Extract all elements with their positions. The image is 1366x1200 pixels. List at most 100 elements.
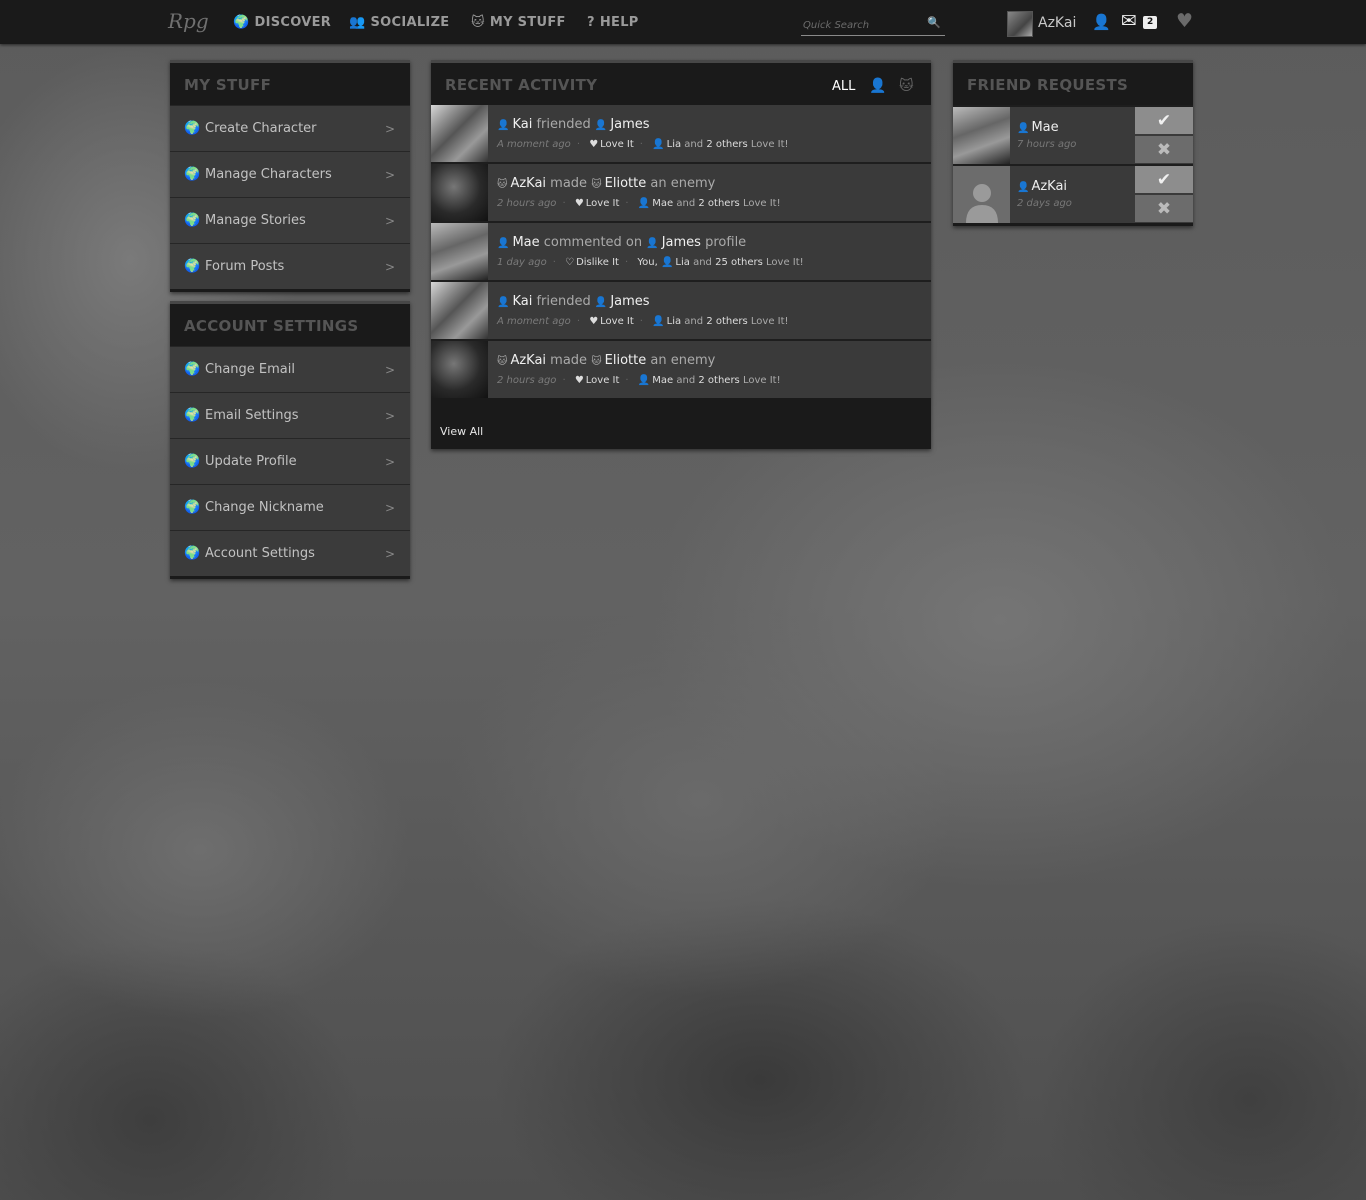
search-input[interactable] bbox=[801, 16, 923, 35]
friend-request-name[interactable]: 👤 AzKai bbox=[1017, 179, 1067, 194]
menu-create-character[interactable]: 🌍 Create Character > bbox=[170, 105, 410, 151]
nav-discover[interactable]: 🌍 DISCOVER bbox=[233, 15, 331, 30]
nav-help[interactable]: ? HELP bbox=[587, 15, 639, 30]
my-stuff-title: MY STUFF bbox=[184, 76, 272, 94]
friend-request-avatar[interactable] bbox=[953, 166, 1010, 223]
menu-update-profile[interactable]: 🌍 Update Profile > bbox=[170, 438, 410, 484]
others-link[interactable]: 2 others bbox=[698, 375, 739, 386]
menu-manage-stories[interactable]: 🌍 Manage Stories > bbox=[170, 197, 410, 243]
love-it-text: Love It! bbox=[742, 375, 781, 386]
site-logo[interactable]: Rpg bbox=[168, 9, 209, 33]
target-link[interactable]: Eliotte bbox=[605, 176, 647, 191]
activity-item: 🐱 AzKai made 🐱 Eliotte an enemy 2 hours ag… bbox=[431, 162, 931, 221]
friend-request-name[interactable]: 👤 Mae bbox=[1017, 120, 1059, 135]
person-icon: 👤 bbox=[652, 316, 665, 327]
others-link[interactable]: 2 others bbox=[706, 316, 747, 327]
target-link[interactable]: James bbox=[610, 294, 649, 309]
react-label: Dislike It bbox=[576, 257, 619, 268]
react-button[interactable]: ♥ Love It bbox=[589, 316, 634, 327]
liker-link[interactable]: Lia bbox=[667, 316, 681, 327]
filter-character-icon[interactable]: 🐱 bbox=[899, 78, 914, 94]
friend-request-avatar[interactable] bbox=[953, 107, 1010, 164]
filter-person-icon[interactable]: 👤 bbox=[869, 78, 886, 94]
others-link[interactable]: 2 others bbox=[698, 198, 739, 209]
menu-manage-characters[interactable]: 🌍 Manage Characters > bbox=[170, 151, 410, 197]
liker-link[interactable]: Mae bbox=[652, 198, 673, 209]
person-icon: 👤 bbox=[1017, 123, 1030, 134]
recent-activity-title: RECENT ACTIVITY bbox=[445, 76, 598, 94]
activity-avatar-azkai[interactable] bbox=[431, 341, 488, 398]
user-name[interactable]: AzKai bbox=[1038, 15, 1076, 31]
nav-my-stuff[interactable]: 🐱 MY STUFF bbox=[471, 15, 566, 30]
activity-item: 👤 Mae commented on 👤 James profile 1 day a… bbox=[431, 221, 931, 280]
activity-meta: 2 hours ago · ♥ Love It · 👤 Mae and 2 others… bbox=[497, 198, 781, 209]
nav-my-stuff-label: MY STUFF bbox=[489, 15, 566, 30]
react-button[interactable]: ♥ Love It bbox=[575, 198, 620, 209]
actor-link[interactable]: Mae bbox=[512, 235, 539, 250]
mail-count-badge: 2 bbox=[1143, 16, 1158, 29]
menu-item-label: Update Profile bbox=[205, 454, 297, 469]
person-icon: 👤 bbox=[646, 238, 659, 249]
account-settings-panel: ACCOUNT SETTINGS 🌍 Change Email > 🌍 Emai… bbox=[170, 301, 410, 579]
globe-icon: 🌍 bbox=[184, 259, 201, 274]
quick-search: 🔍 bbox=[801, 13, 945, 36]
profile-icon[interactable]: 👤 bbox=[1092, 13, 1111, 31]
liker-link[interactable]: Lia bbox=[675, 257, 689, 268]
nav-socialize[interactable]: 👥 SOCIALIZE bbox=[349, 15, 449, 30]
default-avatar-icon bbox=[965, 184, 998, 223]
target-link[interactable]: Eliotte bbox=[605, 353, 647, 368]
chevron-right-icon: > bbox=[384, 259, 395, 274]
accept-request-button[interactable]: ✔ bbox=[1135, 166, 1193, 193]
mail-icon[interactable]: ✉ bbox=[1121, 10, 1137, 32]
menu-email-settings[interactable]: 🌍 Email Settings > bbox=[170, 392, 410, 438]
panel-footer bbox=[953, 223, 1193, 226]
menu-item-label: Change Nickname bbox=[205, 500, 324, 515]
others-link[interactable]: 2 others bbox=[706, 139, 747, 150]
actor-link[interactable]: Kai bbox=[512, 294, 532, 309]
close-icon: ✖ bbox=[1156, 198, 1172, 219]
liker-link[interactable]: Lia bbox=[667, 139, 681, 150]
activity-avatar-kai[interactable] bbox=[431, 282, 488, 339]
activity-avatar-kai[interactable] bbox=[431, 105, 488, 162]
others-link[interactable]: 25 others bbox=[715, 257, 763, 268]
accept-request-button[interactable]: ✔ bbox=[1135, 107, 1193, 134]
users-icon: 👥 bbox=[349, 15, 366, 30]
reject-request-button[interactable]: ✖ bbox=[1135, 136, 1193, 163]
activity-time: 2 hours ago bbox=[497, 198, 557, 209]
actor-link[interactable]: AzKai bbox=[510, 176, 546, 191]
menu-change-email[interactable]: 🌍 Change Email > bbox=[170, 346, 410, 392]
target-link[interactable]: James bbox=[610, 117, 649, 132]
react-label: Love It bbox=[600, 139, 634, 150]
my-stuff-panel: MY STUFF 🌍 Create Character > 🌍 Manage C… bbox=[170, 60, 410, 292]
target-link[interactable]: James bbox=[662, 235, 701, 250]
activity-avatar-azkai[interactable] bbox=[431, 164, 488, 221]
activity-suffix: an enemy bbox=[650, 353, 716, 368]
heart-icon[interactable]: ♥ bbox=[1176, 10, 1193, 32]
filter-all[interactable]: ALL bbox=[832, 79, 855, 94]
activity-list: 👤 Kai friended 👤 James A moment ago · ♥ Love… bbox=[431, 105, 931, 398]
love-it-text: Love It! bbox=[766, 257, 804, 268]
person-icon: 👤 bbox=[1017, 182, 1030, 193]
view-all-link[interactable]: View All bbox=[440, 425, 483, 438]
activity-verb: friended bbox=[536, 294, 591, 309]
activity-avatar-mae[interactable] bbox=[431, 223, 488, 280]
menu-forum-posts[interactable]: 🌍 Forum Posts > bbox=[170, 243, 410, 289]
search-icon[interactable]: 🔍 bbox=[927, 16, 941, 29]
cat-mask-icon: 🐱 bbox=[497, 179, 508, 190]
react-button[interactable]: ♥ Love It bbox=[589, 139, 634, 150]
activity-suffix: profile bbox=[705, 235, 747, 250]
reject-request-button[interactable]: ✖ bbox=[1135, 195, 1193, 222]
chevron-right-icon: > bbox=[384, 408, 395, 423]
react-button[interactable]: ♥ Love It bbox=[575, 375, 620, 386]
actor-link[interactable]: AzKai bbox=[510, 353, 546, 368]
user-avatar[interactable] bbox=[1007, 11, 1033, 37]
activity-suffix: an enemy bbox=[650, 176, 716, 191]
react-button[interactable]: ♡ Dislike It bbox=[565, 257, 619, 268]
globe-icon: 🌍 bbox=[184, 408, 201, 423]
liker-link[interactable]: Mae bbox=[652, 375, 673, 386]
actor-link[interactable]: Kai bbox=[512, 117, 532, 132]
menu-account-settings[interactable]: 🌍 Account Settings > bbox=[170, 530, 410, 576]
menu-change-nickname[interactable]: 🌍 Change Nickname > bbox=[170, 484, 410, 530]
chevron-right-icon: > bbox=[384, 121, 395, 136]
activity-time: A moment ago bbox=[497, 139, 571, 150]
